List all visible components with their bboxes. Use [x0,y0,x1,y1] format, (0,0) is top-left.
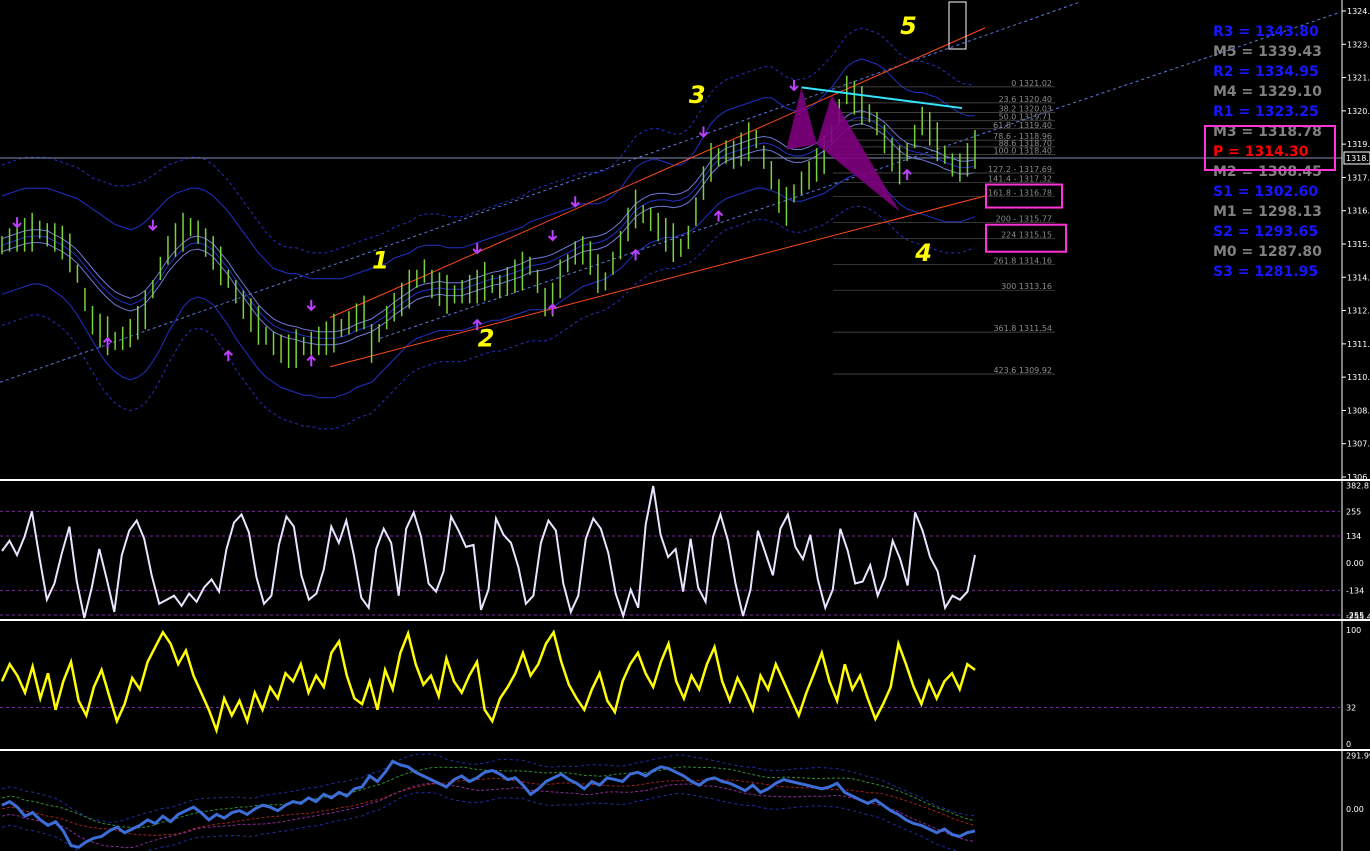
pivot-level-mid: M1 = 1298.13 [1213,204,1322,220]
price-axis-label: 1307. [1347,440,1370,449]
pivot-level-pivot: P = 1314.30 [1213,144,1309,160]
price-axis-label: 1311. [1347,340,1370,349]
price-axis-label: 1314. [1347,273,1370,282]
fib-level-label: 200 - 1315.77 [996,215,1052,224]
cci-axis-label: -134 [1346,586,1364,595]
wave-label-4: 4 [914,239,932,267]
pivot-level-resistance: R1 = 1323.25 [1213,104,1319,120]
price-axis-label: 1319. [1347,140,1370,149]
pivot-level-support: S1 = 1302.60 [1213,184,1318,200]
pivot-level-support: S2 = 1293.65 [1213,224,1318,240]
price-axis-label: 1324. [1347,7,1370,16]
fib-level-label: 141.4 - 1317.32 [988,175,1052,184]
fib-level-label: 224 1315.15 [1001,231,1052,240]
wave-label-5: 5 [900,12,917,40]
fib-level-label: 300 1313.16 [1001,282,1052,291]
price-axis-label: 1308. [1347,406,1370,415]
price-axis-label: 1312. [1347,307,1370,316]
price-axis-label: 1315. [1347,240,1370,249]
fib-level-label: 361.8 1311.54 [993,324,1052,333]
rsi-axis-label: 100 [1346,626,1361,635]
fib-level-label: 261.8 1314.16 [993,256,1052,265]
price-axis-label: 1320. [1347,107,1370,116]
price-axis-label: 1321. [1347,74,1370,83]
fib-level-label: 100.0 1318.40 [993,147,1052,156]
fib-level-label: 61.8 - 1319.40 [993,121,1052,130]
trading-chart[interactable]: 1324. 1323. 1321. 1320. 1319. 1317. 1316. 1315.… [0,0,1370,851]
osc-axis-label: 0.00 [1346,805,1364,814]
fib-level-label: 23.6 1320.40 [999,95,1052,104]
pivot-level-mid: M5 = 1339.43 [1213,44,1322,60]
wave-label-2: 2 [478,324,495,352]
price-axis-label: 1310. [1347,373,1370,382]
wave-label-3: 3 [689,81,706,109]
pivot-level-resistance: R2 = 1334.95 [1213,64,1319,80]
rsi-axis-label: 32 [1346,704,1356,713]
pivot-level-mid: M0 = 1287.80 [1213,244,1322,260]
rsi-axis-label: 0 [1346,740,1351,749]
pivot-level-support: S3 = 1281.95 [1213,264,1318,280]
fib-level-label: 127.2 - 1317.69 [988,165,1052,174]
cci-axis-label: 255 [1346,507,1361,516]
fib-level-label: 0 1321.02 [1011,79,1052,88]
fib-level-label: 423.6 1309.92 [993,366,1052,375]
price-axis-label: 1316. [1347,207,1370,216]
pivot-level-resistance: R3 = 1343.80 [1213,24,1319,40]
cci-axis-label: 0.00 [1346,559,1364,568]
pivot-level-mid: M2 = 1308.45 [1213,164,1322,180]
current-price-label: 1318. [1346,154,1369,163]
fib-level-label: 161.8 - 1316.78 [988,189,1052,198]
cci-axis-label: 134 [1346,532,1361,541]
wave-label-1: 1 [372,247,389,275]
osc-axis-label: 291.99 [1346,751,1370,760]
price-axis-label: 1317. [1347,173,1370,182]
chart-background [0,0,1370,851]
price-axis-label: 1323. [1347,40,1370,49]
cci-axis-label: 382.81 [1346,481,1370,490]
pivot-level-mid: M4 = 1329.10 [1213,84,1322,100]
